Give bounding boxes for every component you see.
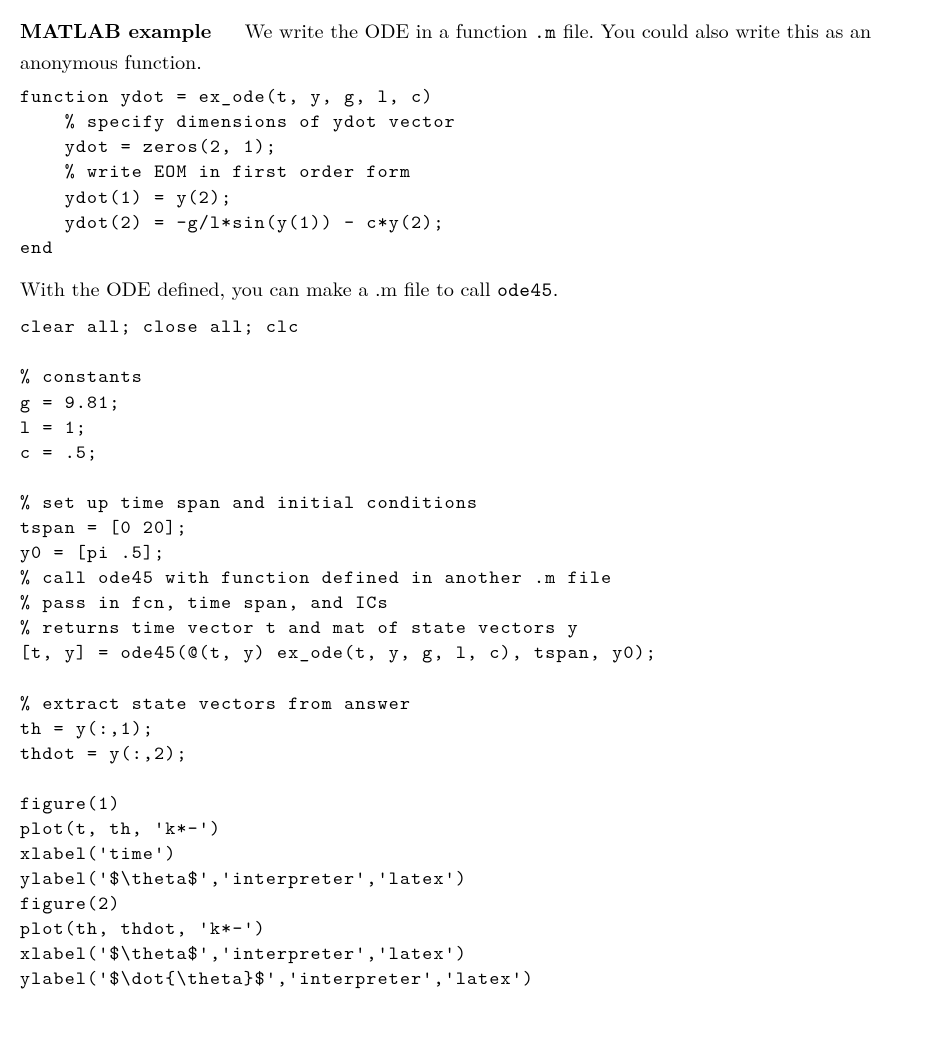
inline-code-m-ext: .m — [534, 19, 556, 45]
mid-paragraph: With the ODE defined, you can make a .m … — [20, 274, 914, 305]
code-block-script: clear all; close all; clc % constants g … — [20, 314, 914, 991]
mid-text-before: With the ODE defined, you can make a .m … — [20, 273, 497, 302]
inline-code-ode45: ode45 — [497, 277, 553, 303]
mid-text-after: . — [553, 273, 559, 302]
section-heading: MATLAB example — [20, 15, 211, 44]
intro-text-before: We write the ODE in a function — [245, 15, 535, 44]
code-block-function: function ydot = ex_ode(t, y, g, l, c) % … — [20, 84, 914, 260]
intro-paragraph: MATLAB example We write the ODE in a fun… — [20, 16, 914, 74]
